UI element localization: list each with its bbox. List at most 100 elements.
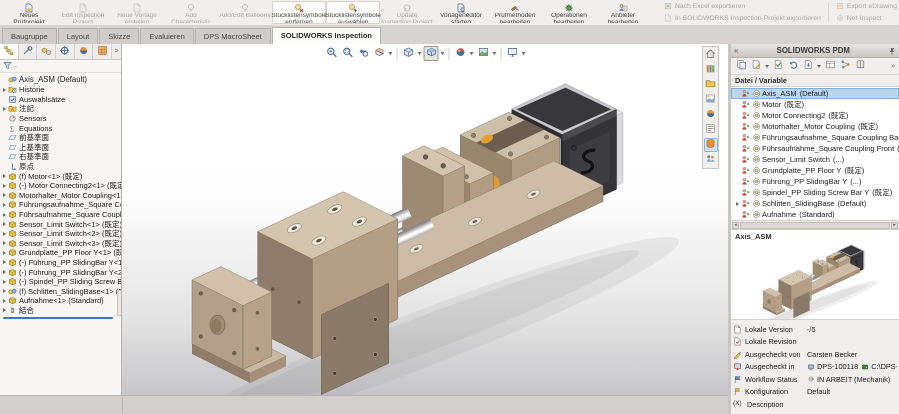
ribbon-button-vorlageneditor-starten[interactable]: Vorlageneditor starten <box>434 1 488 24</box>
workflow-button[interactable] <box>839 60 851 72</box>
displaymanager-tab-tab[interactable] <box>75 44 94 59</box>
ribbon-button-in-solidworks-inspection-projekt-exporti[interactable]: In SOLIDWORKS Inspection-Projekt exporti… <box>664 14 821 24</box>
scroll-right-icon[interactable]: ▸ <box>891 221 898 229</box>
ribbon-button-st-cklistensymbole-ausw-hlen[interactable]: Stücklistensymbole auswählen <box>325 1 381 24</box>
filter-funnel-icon[interactable] <box>3 57 12 75</box>
tab-evaluieren[interactable]: Evaluieren <box>140 28 194 44</box>
dropdown-caret-icon[interactable] <box>388 52 393 55</box>
expand-arrow-icon[interactable] <box>0 222 8 227</box>
expand-arrow-icon[interactable] <box>0 193 8 198</box>
dropdown-caret-icon[interactable] <box>440 52 445 55</box>
expand-arrow-icon[interactable] <box>0 260 8 265</box>
section-view-button[interactable] <box>372 46 387 61</box>
ribbon-button-nach-excel-exportieren[interactable]: Nach Excel exportieren <box>664 2 821 12</box>
expand-arrow-icon[interactable] <box>0 270 8 275</box>
tree-item-[interactable]: 結合 <box>0 306 121 316</box>
expand-arrow-icon[interactable] <box>0 279 8 284</box>
graphics-viewport[interactable]: –× <box>122 44 728 395</box>
tree-item-[interactable]: 前基準面 <box>0 133 121 143</box>
pdm-file-grundplatte-pp-floor-y[interactable]: Grundplatte_PP Floor Y (既定) <box>731 165 899 176</box>
pdm-file-aufnahme[interactable]: Aufnahme (Standard) <box>731 209 899 220</box>
design-library-tab[interactable] <box>704 63 718 77</box>
pdm-file-f-hrsaufnahme-square-coupling-front[interactable]: Führsaufnahme_Square Coupling Front(既定) <box>731 143 899 154</box>
ribbon-button-anbieter-bearbeiten[interactable]: Anbieter bearbeiten <box>596 1 650 24</box>
tab-solidworks-inspection[interactable]: SOLIDWORKS Inspection <box>271 27 381 44</box>
zoom-area-button[interactable] <box>340 46 355 61</box>
dropdown-caret-icon[interactable] <box>765 64 769 68</box>
expand-arrow-icon[interactable] <box>0 202 8 207</box>
expand-arrow-icon[interactable] <box>0 289 8 294</box>
tree-item-spindel-pp-sliding-screw-bar-y-1[interactable]: (-) Spindel_PP Sliding Screw Bar Y<1> ( <box>0 277 121 287</box>
expand-arrow-icon[interactable] <box>0 308 8 313</box>
pdm-column-header[interactable]: Datei / Variable <box>731 75 899 87</box>
ribbon-button-edit-inspection-project[interactable]: Edit Inspection Project <box>56 1 110 24</box>
tree-item-sensor-limit-switch-2[interactable]: Sensor_Limit Switch<2> (既定) <box>0 229 121 239</box>
dropdown-caret-icon[interactable] <box>469 52 474 55</box>
pdm-file-motor[interactable]: Motor (既定) <box>731 99 899 110</box>
pdm-file-motorhalter-motor-coupling[interactable]: Motorhalter_Motor Coupling (既定) <box>731 121 899 132</box>
toolbar-overflow-icon[interactable]: » <box>891 63 895 70</box>
tree-filter-row[interactable]: - <box>0 60 121 73</box>
tree-item-[interactable]: 上基準面 <box>0 143 121 153</box>
display-style-button[interactable] <box>401 46 416 61</box>
view-orientation-button[interactable] <box>423 46 439 61</box>
inspection-tab-tab[interactable] <box>93 44 113 59</box>
tree-item-motorhalter-motor-coupling-1[interactable]: Motorhalter_Motor Coupling<1> (既定) <box>0 191 121 201</box>
ribbon-button-operationen-bearbeiten[interactable]: Operationen bearbeiten <box>542 1 596 24</box>
file-explorer-tab[interactable] <box>704 78 718 92</box>
expand-arrow-icon[interactable] <box>0 250 8 255</box>
panel-tabs-overflow-arrow[interactable]: > <box>112 44 121 59</box>
tree-item-grundplatte-pp-floor-y-1[interactable]: Grundplatte_PP Floor Y<1> (既定) <box>0 248 121 258</box>
tree-item-aufnahme-1-standard[interactable]: Aufnahme<1> (Standard) <box>0 296 121 306</box>
pdm-file-sensor-limit-switch[interactable]: Sensor_Limit Switch (...) <box>731 154 899 165</box>
tab-dps-macrosheet[interactable]: DPS MacroSheet <box>194 28 271 44</box>
ribbon-button-st-cklistensymbole-entfernen[interactable]: Stücklistensymbole entfernen <box>271 1 327 24</box>
pdm-horizontal-scrollbar[interactable]: ◂ ▸ <box>731 221 899 230</box>
expand-arrow-icon[interactable] <box>0 298 8 303</box>
tree-item-f-hrsaufnahme-square-coupling-front[interactable]: Führsaufnahme_Square Coupling Front <box>0 210 121 220</box>
tab-baugruppe[interactable]: Baugruppe <box>2 28 57 44</box>
pdm-file-f-hrung-pp-slidingbar-y[interactable]: Führung_PP SlidingBar Y (...) <box>731 176 899 187</box>
dimxpert-tab-tab[interactable] <box>56 44 75 59</box>
history-book-button[interactable] <box>854 60 866 72</box>
ribbon-button-neues-pr-fprojekt[interactable]: Neues Prüfprojekt <box>2 1 56 24</box>
ribbon-button-add-edit-balloons[interactable]: Add/Edit Balloons <box>218 1 272 24</box>
home-tab[interactable] <box>704 48 718 62</box>
tree-item-equations[interactable]: Σ Equations <box>0 123 121 133</box>
expand-arrow-icon[interactable] <box>0 183 8 188</box>
pdm-file-schlitten-slidingbase[interactable]: Schlitten_SlidingBase (Default) <box>731 198 899 209</box>
tree-item-auswahls-tze[interactable]: Auswahlsätze <box>0 95 121 105</box>
ribbon-button-add-characteristic[interactable]: Add Characteristic <box>164 1 218 24</box>
rollback-bar[interactable] <box>3 317 113 320</box>
ribbon-button-export-edrawing[interactable]: Export eDrawing <box>836 2 897 12</box>
tree-item-f-motor-1[interactable]: (f) Motor<1> (既定) <box>0 171 121 181</box>
dropdown-caret-icon[interactable] <box>492 52 497 55</box>
dropdown-caret-icon[interactable] <box>817 64 821 68</box>
checkout-button[interactable] <box>750 60 762 72</box>
tree-root-item[interactable]: Axis_ASM (Default) <box>0 74 121 85</box>
ribbon-button-pr-fmethoden-bearbeiten[interactable]: Prüfmethoden bearbeiten <box>488 1 542 24</box>
pdm-file-f-hrungsaufnahme-square-coupling-back[interactable]: Führungsaufnahme_Square Coupling Back(既定… <box>731 132 899 143</box>
expand-arrow-icon[interactable] <box>0 106 8 111</box>
expand-arrow-icon[interactable] <box>0 231 8 236</box>
tree-item-[interactable]: 原点 <box>0 162 121 172</box>
scrollbar-thumb[interactable] <box>740 221 890 229</box>
expand-arrow-icon[interactable] <box>0 87 8 92</box>
tab-layout[interactable]: Layout <box>57 28 99 44</box>
propertymanager-tab-tab[interactable] <box>19 44 38 59</box>
tree-item-sensor-limit-switch-3[interactable]: Sensor_Limit Switch<3> (既定) <box>0 239 121 249</box>
tree-item-[interactable]: A 注記 <box>0 104 121 114</box>
custom-properties-tab[interactable] <box>704 123 718 137</box>
scroll-left-icon[interactable]: ◂ <box>732 221 739 229</box>
tree-item-sensor-limit-switch-1[interactable]: Sensor_Limit Switch<1> (既定) <box>0 219 121 229</box>
expand-arrow-icon[interactable] <box>0 174 8 179</box>
pdm-tab[interactable] <box>703 138 718 152</box>
forum-tab[interactable] <box>704 153 718 167</box>
tree-item-f-hrungsaufnahme-square-coupling-back[interactable]: Führungsaufnahme_Square Coupling Back <box>0 200 121 210</box>
datacard-button[interactable] <box>824 60 836 72</box>
ribbon-button-neue-vorlage-erstellen[interactable]: Neue Vorlage erstellen <box>110 1 164 24</box>
pdm-file-spindel-pp-sliding-screw-bar-y[interactable]: Spindel_PP Sliding Screw Bar Y (既定) <box>731 187 899 198</box>
view-settings-button[interactable] <box>505 46 520 61</box>
dropdown-caret-icon[interactable] <box>521 52 526 55</box>
dropdown-caret-icon[interactable] <box>417 52 422 55</box>
